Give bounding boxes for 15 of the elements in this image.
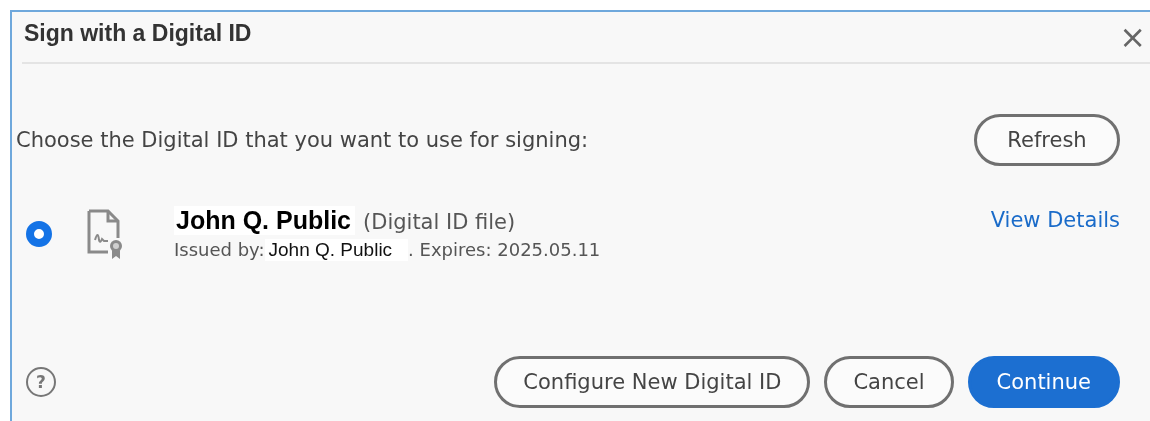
dialog-button[interactable]: Configure New Digital ID	[494, 356, 811, 408]
id-type: (Digital ID file)	[363, 210, 516, 234]
view-details-link[interactable]: View Details	[990, 208, 1120, 232]
close-button[interactable]: ×	[1119, 21, 1150, 53]
issuer-name: John Q. Public	[264, 239, 409, 261]
expiry-text: . Expires: 2025.05.11	[408, 239, 601, 260]
prompt-text: Choose the Digital ID that you want to use for signing:	[16, 128, 589, 152]
dialog-title: Sign with a Digital ID	[24, 19, 252, 47]
issued-by-label: Issued by:	[174, 239, 265, 260]
id-name: John Q. Public	[174, 206, 355, 235]
help-icon[interactable]: ?	[26, 367, 56, 397]
radio-button[interactable]	[26, 220, 52, 247]
refresh-button[interactable]: Refresh	[974, 114, 1120, 166]
dialog-button[interactable]: Cancel	[824, 356, 954, 408]
dialog-button[interactable]: Continue	[967, 356, 1120, 408]
